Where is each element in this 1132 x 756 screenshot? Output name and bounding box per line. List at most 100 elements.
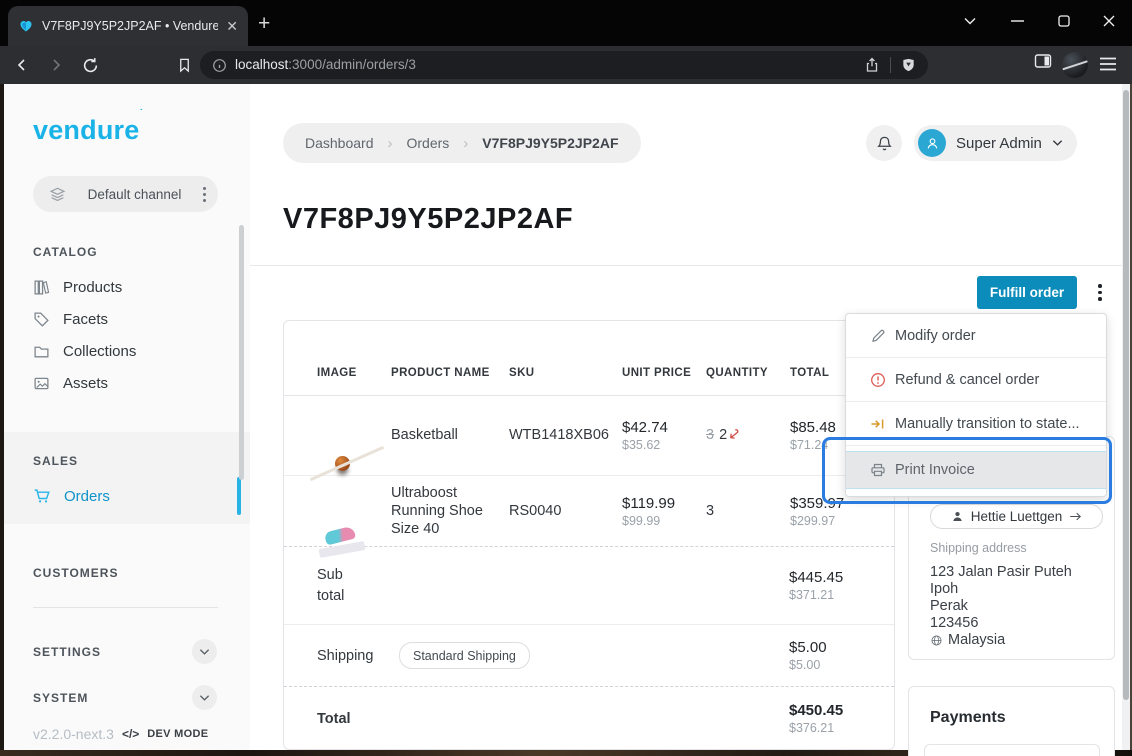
reload-icon[interactable] bbox=[76, 51, 104, 79]
menu-item-modify-order[interactable]: Modify order bbox=[846, 314, 1106, 357]
menu-item-refund-cancel[interactable]: Refund & cancel order bbox=[846, 358, 1106, 401]
browser-tab[interactable]: V7F8PJ9Y5P2JP2AF • Vendure ✕ bbox=[8, 6, 248, 46]
dev-mode-badge: DEV MODE bbox=[147, 728, 208, 740]
shipping-method-badge: Standard Shipping bbox=[399, 642, 530, 669]
layers-icon bbox=[49, 186, 66, 203]
globe-icon bbox=[930, 634, 943, 647]
url-host: localhost bbox=[235, 57, 288, 72]
shipping-label: Shipping bbox=[317, 648, 399, 664]
screen: V7F8PJ9Y5P2JP2AF • Vendure ✕ + bbox=[0, 0, 1132, 756]
menu-item-label: Manually transition to state... bbox=[895, 416, 1080, 432]
product-sku: RS0040 bbox=[509, 502, 622, 520]
sidebar-toggle-icon[interactable] bbox=[1033, 51, 1053, 71]
image-icon bbox=[33, 375, 50, 392]
user-name: Super Admin bbox=[956, 135, 1042, 152]
tab-close-icon[interactable]: ✕ bbox=[226, 19, 238, 33]
chevron-down-icon bbox=[1052, 139, 1063, 147]
breadcrumb-dashboard[interactable]: Dashboard bbox=[305, 135, 374, 151]
back-icon[interactable] bbox=[8, 51, 36, 79]
bookmark-icon[interactable] bbox=[170, 51, 198, 79]
browser-profile-avatar[interactable] bbox=[1062, 52, 1088, 78]
payment-detail-box bbox=[924, 744, 1100, 756]
sidebar-item-products[interactable]: Products bbox=[33, 272, 122, 302]
section-header-customers: CUSTOMERS bbox=[33, 566, 118, 580]
total-row: Total $450.45 $376.21 bbox=[284, 686, 894, 750]
sidebar-item-collections[interactable]: Collections bbox=[33, 336, 136, 366]
product-name[interactable]: Basketball bbox=[391, 426, 509, 444]
subtotal-value-net: $371.21 bbox=[789, 588, 894, 602]
site-info-icon[interactable] bbox=[212, 58, 227, 73]
sidebar-item-label: Facets bbox=[63, 311, 108, 328]
fulfill-order-button[interactable]: Fulfill order bbox=[977, 276, 1077, 309]
cart-icon bbox=[33, 487, 51, 505]
arrow-right-icon bbox=[1069, 511, 1082, 522]
vendure-logo[interactable]: vendure˙ bbox=[33, 115, 143, 146]
sidebar-item-orders[interactable]: Orders bbox=[33, 481, 110, 511]
quantity: 3 bbox=[706, 502, 790, 520]
browser-tab-strip: V7F8PJ9Y5P2JP2AF • Vendure ✕ + bbox=[0, 0, 1132, 46]
table-header-row: IMAGE PRODUCT NAME SKU UNIT PRICE QUANTI… bbox=[284, 321, 894, 396]
table-row: Basketball WTB1418XB06 $42.74 $35.62 32 … bbox=[284, 396, 894, 476]
window-maximize-button[interactable] bbox=[1049, 8, 1079, 34]
sidebar-divider bbox=[33, 607, 218, 608]
section-header-settings: SETTINGS bbox=[33, 645, 101, 659]
col-sku: SKU bbox=[509, 367, 622, 379]
browser-menu-icon[interactable] bbox=[1098, 56, 1118, 72]
channel-selector[interactable]: Default channel bbox=[33, 176, 218, 212]
product-sku: WTB1418XB06 bbox=[509, 426, 622, 444]
unit-price: $119.99 bbox=[622, 495, 706, 512]
order-lines-card: IMAGE PRODUCT NAME SKU UNIT PRICE QUANTI… bbox=[283, 320, 895, 750]
quantity-old: 3 bbox=[706, 427, 714, 443]
menu-item-label: Print Invoice bbox=[895, 462, 975, 478]
total-value: $450.45 bbox=[789, 702, 894, 719]
unit-price: $42.74 bbox=[622, 419, 706, 436]
sidebar-item-assets[interactable]: Assets bbox=[33, 368, 108, 398]
menu-item-print-invoice[interactable]: Print Invoice bbox=[846, 451, 1106, 489]
menu-item-label: Modify order bbox=[895, 328, 976, 344]
order-actions-menu-button[interactable] bbox=[1086, 276, 1114, 309]
subtotal-row: Sub total $445.45 $371.21 bbox=[284, 546, 894, 624]
system-expand-icon[interactable] bbox=[192, 685, 217, 710]
tag-icon bbox=[33, 311, 50, 328]
window-close-button[interactable] bbox=[1094, 8, 1124, 34]
settings-expand-icon[interactable] bbox=[192, 639, 217, 664]
order-actions-dropdown: Modify order Refund & cancel order Manua… bbox=[845, 313, 1107, 497]
shipping-address-label: Shipping address bbox=[930, 541, 1027, 555]
page-scrollbar-thumb[interactable] bbox=[1123, 90, 1129, 700]
menu-item-manually-transition[interactable]: Manually transition to state... bbox=[846, 402, 1106, 445]
breadcrumb-current: V7F8PJ9Y5P2JP2AF bbox=[482, 135, 618, 151]
section-header-system: SYSTEM bbox=[33, 691, 88, 705]
product-name[interactable]: Ultraboost Running Shoe Size 40 bbox=[391, 484, 509, 538]
customer-name: Hettie Luettgen bbox=[971, 509, 1063, 524]
brave-shield-icon[interactable] bbox=[901, 57, 916, 73]
breadcrumb-orders[interactable]: Orders bbox=[407, 135, 450, 151]
window-minimize-button[interactable] bbox=[1002, 8, 1032, 34]
address-line: Ipoh bbox=[930, 581, 1072, 598]
tab-search-icon[interactable] bbox=[955, 8, 985, 34]
notifications-button[interactable] bbox=[866, 125, 902, 161]
share-icon[interactable] bbox=[864, 57, 880, 73]
content-divider bbox=[250, 265, 1124, 266]
col-image: IMAGE bbox=[317, 367, 391, 379]
code-icon: </> bbox=[122, 727, 139, 741]
col-quantity: QUANTITY bbox=[706, 367, 790, 379]
sidebar-scrollbar[interactable] bbox=[239, 225, 244, 480]
channel-menu-icon[interactable] bbox=[203, 187, 206, 202]
line-total: $359.97 bbox=[790, 495, 894, 512]
warning-circle-icon bbox=[870, 372, 886, 388]
sidebar-item-facets[interactable]: Facets bbox=[33, 304, 108, 334]
customer-link[interactable]: Hettie Luettgen bbox=[930, 504, 1103, 529]
url-bar[interactable]: localhost:3000/admin/orders/3 bbox=[200, 51, 928, 79]
shipping-address: 123 Jalan Pasir Puteh Ipoh Perak 123456 … bbox=[930, 564, 1072, 649]
forward-icon[interactable] bbox=[42, 51, 70, 79]
pencil-icon bbox=[870, 328, 886, 344]
new-tab-button[interactable]: + bbox=[258, 12, 270, 36]
section-header-catalog: CATALOG bbox=[33, 245, 98, 259]
sidebar-item-label: Products bbox=[63, 279, 122, 296]
shipping-value: $5.00 bbox=[789, 639, 894, 656]
app-version: v2.2.0-next.3 bbox=[33, 726, 114, 742]
user-menu[interactable]: Super Admin bbox=[914, 125, 1077, 161]
line-total-net: $299.97 bbox=[790, 514, 894, 528]
subtotal-label: Sub total bbox=[317, 565, 362, 606]
address-line: 123456 bbox=[930, 615, 1072, 632]
